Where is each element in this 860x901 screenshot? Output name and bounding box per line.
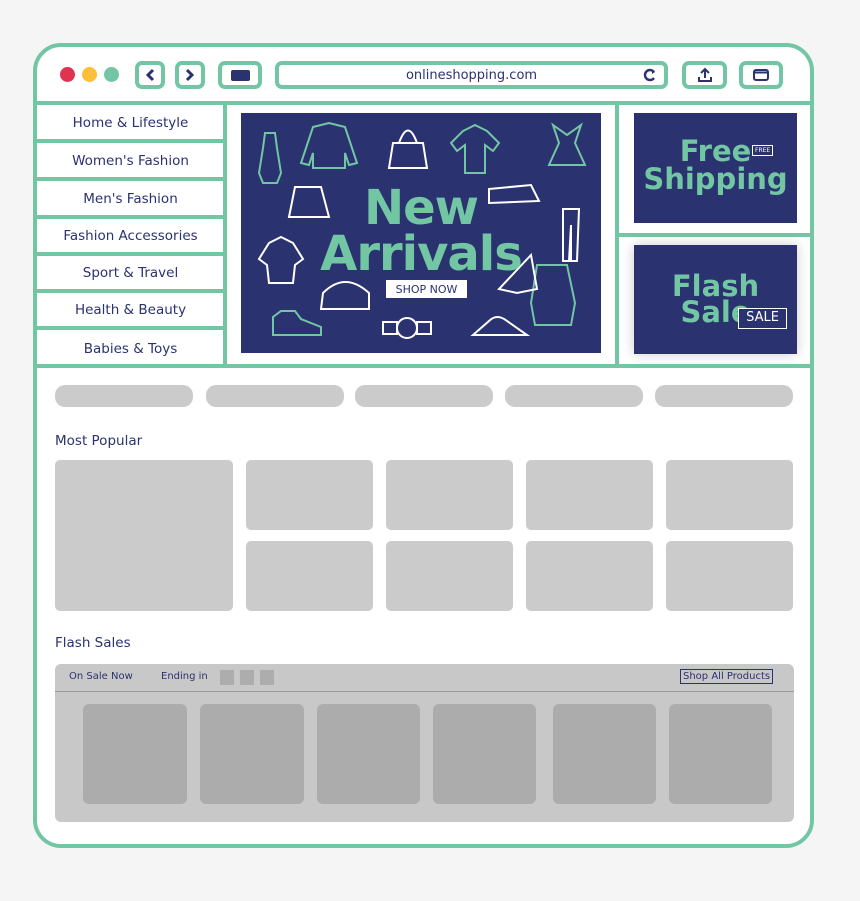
sunhat-icon [470,316,531,336]
nav-pill[interactable] [355,385,493,407]
close-dot[interactable] [60,67,75,82]
flash-sale-banner[interactable]: Flash Sale SALE [634,245,797,354]
sidebar-item-sport-travel[interactable]: Sport & Travel [37,256,224,290]
free-shipping-banner[interactable]: Free Shipping FREE [634,113,797,223]
free-shipping-line2: Shipping [643,162,788,196]
dress-icon [257,132,283,184]
cardigan-icon [299,121,359,169]
sidebar-item-fashion-accessories[interactable]: Fashion Accessories [37,219,224,253]
sidebar-item-womens-fashion[interactable]: Women's Fashion [37,143,224,178]
nav-pill[interactable] [655,385,793,407]
sale-product-card[interactable] [200,704,304,804]
url-bar[interactable]: onlineshopping.com [275,61,668,89]
product-tile-large[interactable] [55,460,233,611]
share-button[interactable] [682,61,727,89]
product-tile[interactable] [246,460,373,530]
minimize-dot[interactable] [82,67,97,82]
most-popular-heading: Most Popular [55,433,143,449]
window-button[interactable] [739,61,783,89]
product-tile[interactable] [386,460,513,530]
countdown-seconds [260,670,274,685]
sale-product-card[interactable] [553,704,656,804]
countdown-hours [220,670,234,685]
product-tile[interactable] [386,541,513,611]
new-arrivals-banner[interactable]: New Arrivals SHOP NOW [241,113,601,353]
url-text: onlineshopping.com [405,67,538,83]
forward-icon [185,68,195,82]
shop-now-button[interactable]: SHOP NOW [386,280,467,298]
sale-product-card[interactable] [433,704,536,804]
tshirt-icon [449,123,501,174]
back-icon [145,68,155,82]
hat-icon [319,281,370,310]
countdown-minutes [240,670,254,685]
maximize-dot[interactable] [104,67,119,82]
sidebar-item-babies-toys[interactable]: Babies & Toys [37,331,224,366]
hero-title-line2: Arrivals [320,226,523,282]
sale-product-card[interactable] [669,704,772,804]
handbag-icon [387,129,429,169]
product-tile[interactable] [526,541,653,611]
reload-icon[interactable] [643,68,657,82]
product-tile[interactable] [666,541,793,611]
share-icon [697,67,712,82]
sale-product-card[interactable] [83,704,187,804]
nav-pill[interactable] [206,385,344,407]
tab-icon [230,69,250,81]
flash-sales-heading: Flash Sales [55,635,131,651]
window-icon [753,69,769,81]
product-tile[interactable] [246,541,373,611]
nav-pill[interactable] [505,385,643,407]
dress2-icon [547,122,587,166]
forward-button[interactable] [175,61,205,89]
sidebar-item-home-lifestyle[interactable]: Home & Lifestyle [37,105,224,140]
back-button[interactable] [135,61,165,89]
watch-icon [396,317,418,339]
shop-all-products-button[interactable]: Shop All Products [680,669,774,684]
ending-in-label: Ending in [161,671,208,682]
nav-pill[interactable] [55,385,193,407]
product-tile[interactable] [526,460,653,530]
sidebar-item-health-beauty[interactable]: Health & Beauty [37,293,224,327]
product-tile[interactable] [666,460,793,530]
delivery-truck-icon: FREE [752,145,774,156]
shoe-icon [272,310,322,336]
hero-title-line1: New [363,180,479,236]
sale-product-card[interactable] [317,704,420,804]
tab-button[interactable] [218,61,262,89]
sidebar-item-mens-fashion[interactable]: Men's Fashion [37,181,224,216]
on-sale-now-label: On Sale Now [69,671,133,682]
sale-tag-icon: SALE [738,308,787,329]
